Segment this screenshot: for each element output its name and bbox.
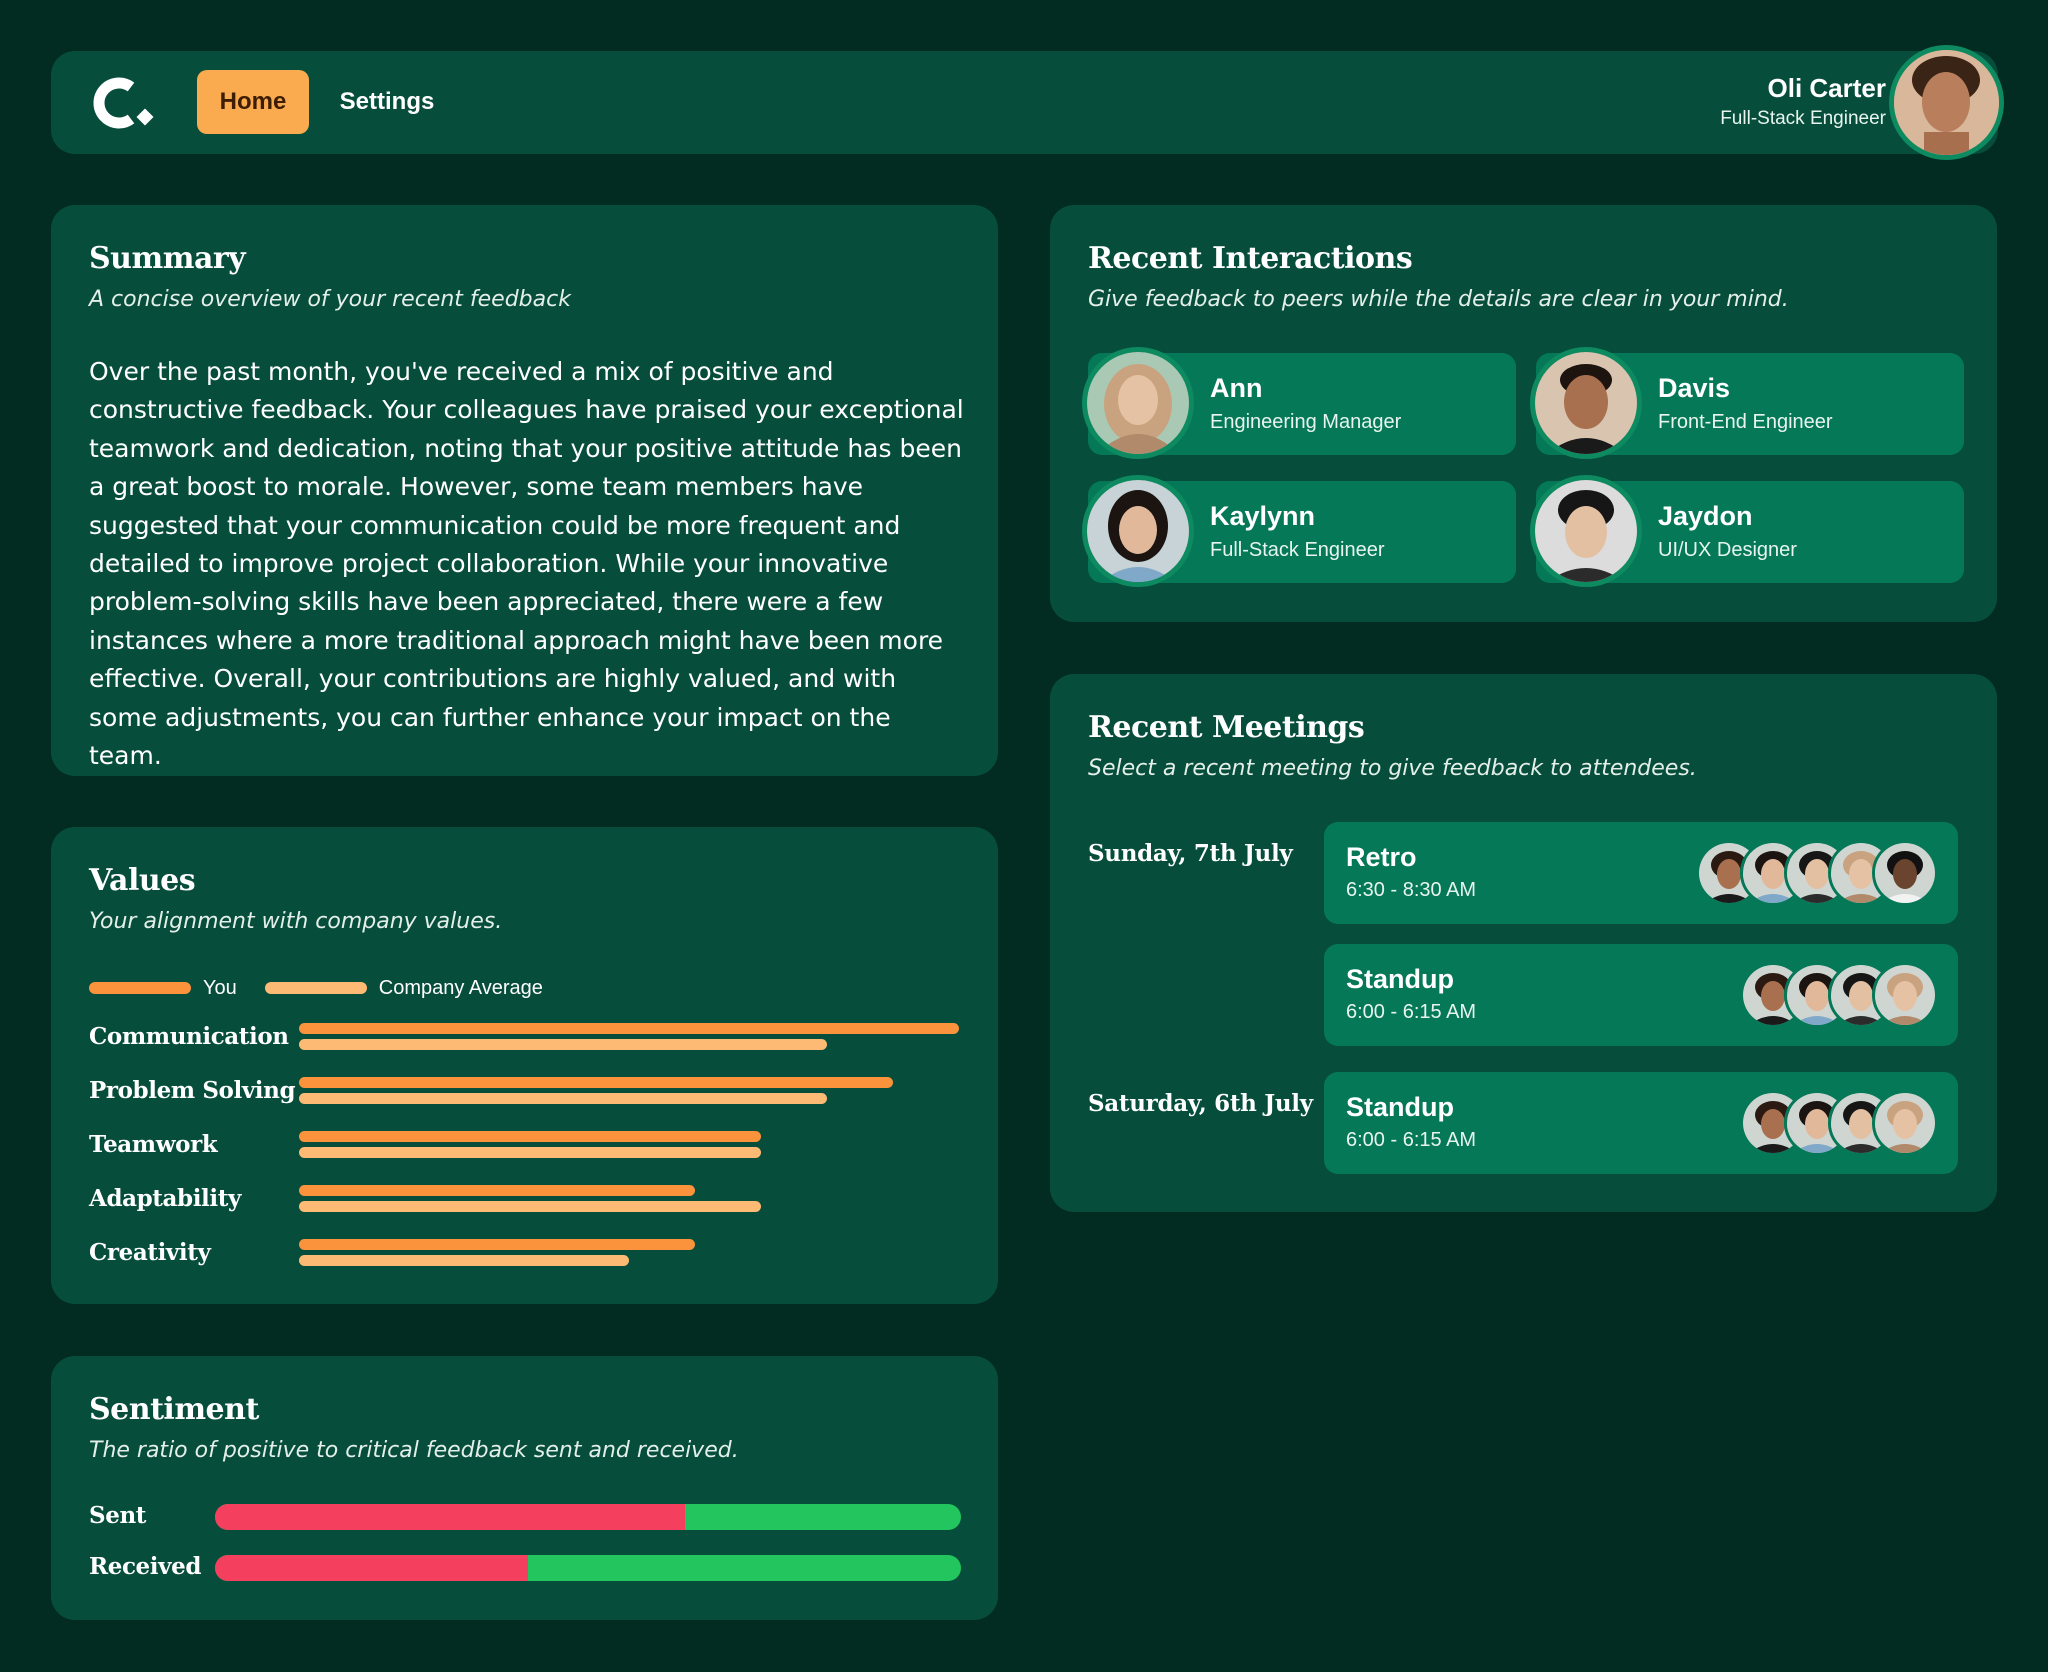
meeting-item-standup[interactable]: Standup 6:00 - 6:15 AM <box>1324 1072 1958 1174</box>
value-row: Communication <box>89 1017 969 1065</box>
interactions-title: Recent Interactions <box>1088 241 1413 276</box>
sentiment-card: Sentiment The ratio of positive to criti… <box>51 1356 998 1620</box>
value-label: Adaptability <box>89 1185 241 1212</box>
sentiment-sent-critical <box>215 1504 685 1530</box>
meeting-title: Standup <box>1346 1092 1454 1122</box>
person-role: UI/UX Designer <box>1658 539 1797 561</box>
values-legend: You Company Average <box>89 973 571 1003</box>
value-bar-average <box>299 1147 761 1158</box>
values-title: Values <box>89 863 196 898</box>
person-name: Jaydon <box>1658 501 1753 531</box>
meeting-time: 6:30 - 8:30 AM <box>1346 879 1477 901</box>
value-row: Creativity <box>89 1233 969 1281</box>
sentiment-received-critical <box>215 1555 529 1581</box>
value-bar-average <box>299 1039 827 1050</box>
value-bar-you <box>299 1077 893 1088</box>
person-role: Full-Stack Engineer <box>1210 539 1385 561</box>
attendee-avatar <box>1872 962 1938 1028</box>
meeting-date: Sunday, 7th July <box>1088 840 1293 867</box>
summary-text: Over the past month, you've received a m… <box>89 357 964 771</box>
recent-interactions-card: Recent Interactions Give feedback to pee… <box>1050 205 1997 622</box>
value-bar-you <box>299 1185 695 1196</box>
legend-average-label: Company Average <box>378 976 543 999</box>
person-card-ann[interactable]: Ann Engineering Manager <box>1082 347 1516 459</box>
attendee-avatar <box>1872 840 1938 906</box>
sentiment-received-bar <box>215 1555 961 1581</box>
sentiment-received-label: Received <box>89 1553 202 1580</box>
person-role: Engineering Manager <box>1210 411 1402 433</box>
value-label: Teamwork <box>89 1131 218 1158</box>
value-bar-you <box>299 1131 761 1142</box>
meeting-attendees <box>1696 840 1938 906</box>
nav-home-button[interactable]: Home <box>197 70 309 134</box>
meeting-time: 6:00 - 6:15 AM <box>1346 1129 1477 1151</box>
top-navigation-bar: Home Settings Oli Carter Full-Stack Engi… <box>51 45 2004 160</box>
summary-title: Summary <box>89 241 246 276</box>
avatar <box>1530 347 1642 459</box>
value-row: Problem Solving <box>89 1071 969 1119</box>
user-role: Full-Stack Engineer <box>1720 108 1886 129</box>
meeting-time: 6:00 - 6:15 AM <box>1346 1001 1477 1023</box>
meetings-title: Recent Meetings <box>1088 710 1365 745</box>
summary-subtitle: A concise overview of your recent feedba… <box>89 287 571 312</box>
sentiment-title: Sentiment <box>89 1392 259 1427</box>
attendee-avatar <box>1872 1090 1938 1156</box>
value-row: Adaptability <box>89 1179 969 1227</box>
meeting-title: Standup <box>1346 964 1454 994</box>
value-row: Teamwork <box>89 1125 969 1173</box>
person-name: Kaylynn <box>1210 501 1316 531</box>
person-name: Ann <box>1210 373 1263 403</box>
user-avatar[interactable] <box>1889 45 2004 160</box>
sentiment-sent-bar <box>215 1504 961 1530</box>
meeting-attendees <box>1740 1090 1938 1156</box>
company-logo[interactable] <box>87 73 167 133</box>
sentiment-subtitle: The ratio of positive to critical feedba… <box>89 1438 739 1463</box>
values-card: Values Your alignment with company value… <box>51 827 998 1304</box>
value-bar-average <box>299 1201 761 1212</box>
legend-you-swatch <box>89 982 191 994</box>
value-bar-you <box>299 1023 959 1034</box>
person-role: Front-End Engineer <box>1658 411 1833 433</box>
avatar <box>1082 475 1194 587</box>
interactions-subtitle: Give feedback to peers while the details… <box>1088 287 1789 312</box>
value-label: Problem Solving <box>89 1077 296 1104</box>
avatar <box>1082 347 1194 459</box>
person-card-davis[interactable]: Davis Front-End Engineer <box>1530 347 1964 459</box>
meetings-subtitle: Select a recent meeting to give feedback… <box>1088 756 1697 781</box>
person-name: Davis <box>1658 373 1731 403</box>
recent-meetings-card: Recent Meetings Select a recent meeting … <box>1050 674 1997 1212</box>
value-bar-average <box>299 1093 827 1104</box>
meeting-item-retro[interactable]: Retro 6:30 - 8:30 AM <box>1324 822 1958 924</box>
value-bar-you <box>299 1239 695 1250</box>
avatar <box>1530 475 1642 587</box>
summary-card: Summary A concise overview of your recen… <box>51 205 998 776</box>
legend-you-label: You <box>203 976 237 999</box>
legend-average-swatch <box>264 982 367 994</box>
meeting-title: Retro <box>1346 842 1417 872</box>
user-name: Oli Carter <box>1767 73 1887 103</box>
nav-settings-button[interactable]: Settings <box>331 70 443 134</box>
value-label: Communication <box>89 1023 289 1050</box>
values-subtitle: Your alignment with company values. <box>89 909 503 934</box>
value-label: Creativity <box>89 1239 211 1266</box>
sentiment-sent-label: Sent <box>89 1502 146 1529</box>
meeting-date: Saturday, 6th July <box>1088 1090 1313 1117</box>
person-card-jaydon[interactable]: Jaydon UI/UX Designer <box>1530 475 1964 587</box>
meeting-item-standup[interactable]: Standup 6:00 - 6:15 AM <box>1324 944 1958 1046</box>
value-bar-average <box>299 1255 629 1266</box>
person-card-kaylynn[interactable]: Kaylynn Full-Stack Engineer <box>1082 475 1516 587</box>
meeting-attendees <box>1740 962 1938 1028</box>
